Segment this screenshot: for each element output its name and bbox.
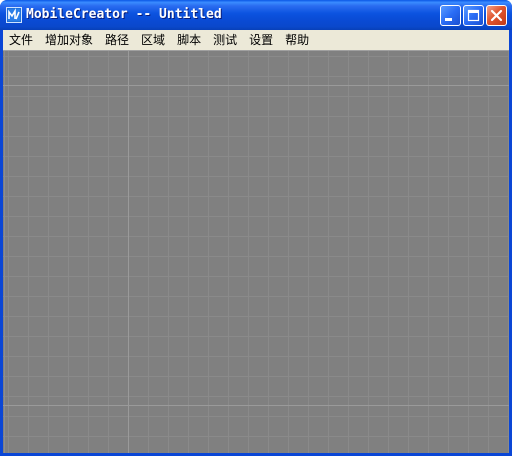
window-title: MobileCreator -- Untitled — [26, 7, 222, 22]
screen-guide-left — [128, 51, 129, 454]
close-icon — [490, 9, 503, 22]
menu-settings[interactable]: 设置 — [243, 30, 279, 50]
menu-path[interactable]: 路径 — [99, 30, 135, 50]
maximize-button[interactable] — [463, 5, 484, 26]
mobilecreator-app-icon[interactable] — [6, 7, 22, 23]
minimize-icon — [445, 18, 452, 21]
app-window: MobileCreator -- Untitled 文件 增加对象 路径 区域 … — [0, 0, 512, 456]
menu-add-object[interactable]: 增加对象 — [39, 30, 99, 50]
screen-guide-bottom — [3, 405, 509, 406]
title-bar[interactable]: MobileCreator -- Untitled — [0, 0, 512, 30]
close-button[interactable] — [486, 5, 507, 26]
editor-canvas[interactable] — [3, 50, 509, 454]
menu-script[interactable]: 脚本 — [171, 30, 207, 50]
menu-file[interactable]: 文件 — [3, 30, 39, 50]
minimize-button[interactable] — [440, 5, 461, 26]
menu-help[interactable]: 帮助 — [279, 30, 315, 50]
canvas-edge-line — [4, 51, 5, 454]
menu-bar: 文件 增加对象 路径 区域 脚本 测试 设置 帮助 — [3, 30, 509, 50]
maximize-icon — [467, 9, 480, 22]
menu-region[interactable]: 区域 — [135, 30, 171, 50]
menu-test[interactable]: 测试 — [207, 30, 243, 50]
screen-guide-top — [3, 85, 509, 86]
